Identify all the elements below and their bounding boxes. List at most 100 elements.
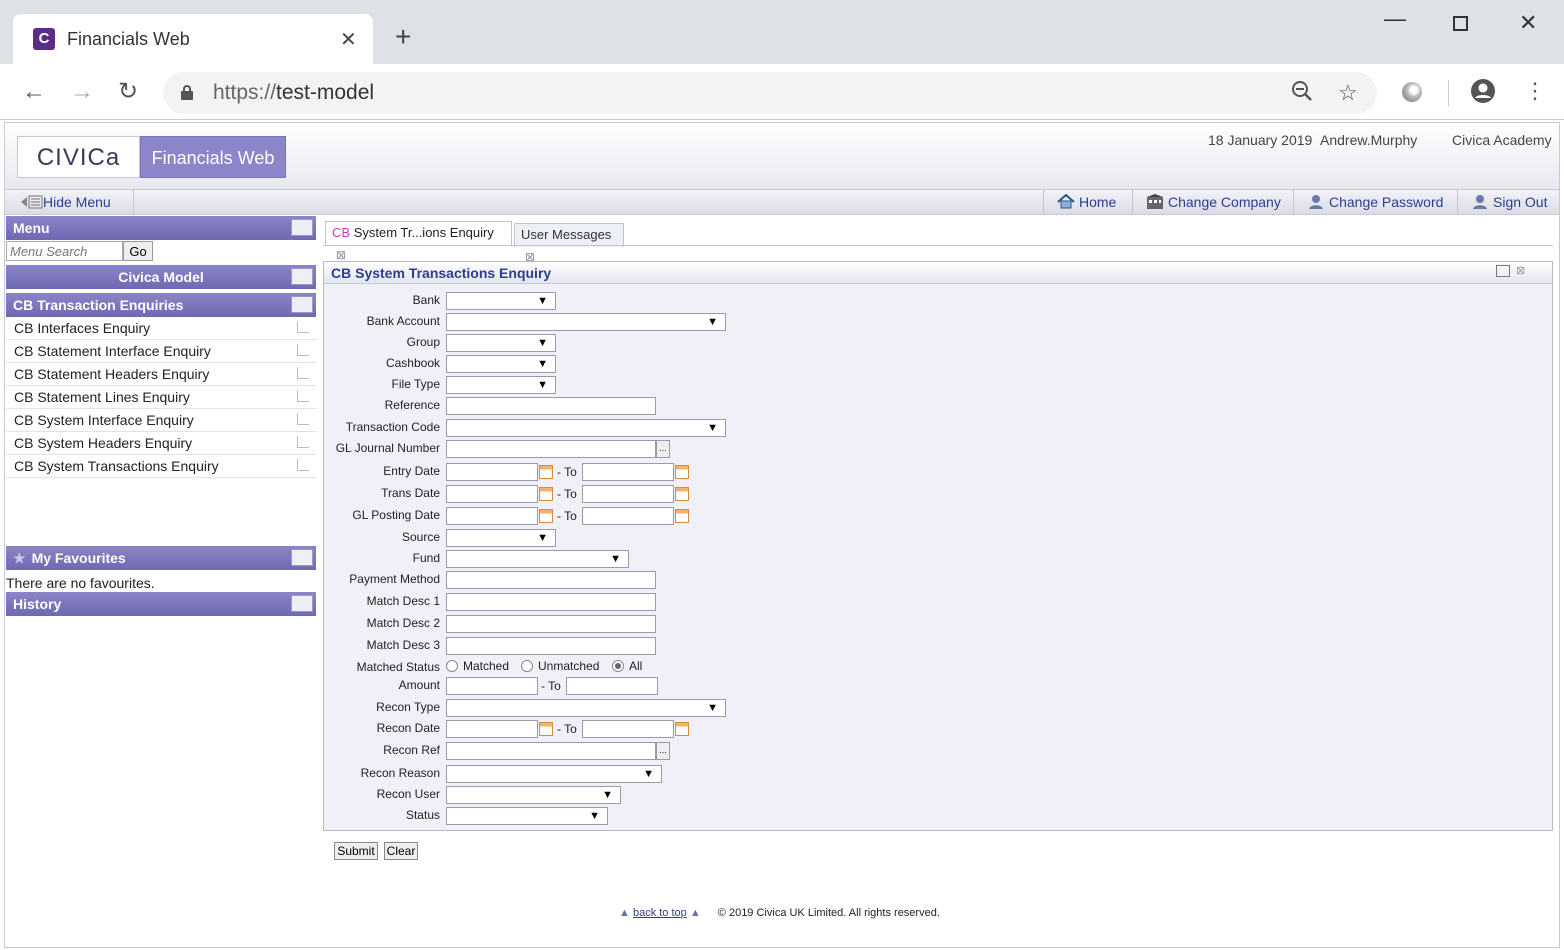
menu-search-go-button[interactable]: Go	[123, 241, 153, 261]
reload-icon[interactable]: ↻	[118, 78, 138, 106]
calendar-icon[interactable]	[539, 487, 553, 501]
menu-item[interactable]: CB Statement Interface Enquiry	[6, 340, 316, 363]
profile-icon[interactable]	[1470, 78, 1496, 107]
menu-item[interactable]: CB Statement Lines Enquiry	[6, 386, 316, 409]
window-close-icon[interactable]: ✕	[1519, 10, 1537, 36]
back-to-top-link[interactable]: back to top	[633, 907, 687, 919]
unmatched-radio[interactable]	[521, 660, 533, 672]
entry-date-from-input[interactable]	[446, 463, 538, 481]
menu-item[interactable]: CB System Headers Enquiry	[6, 432, 316, 455]
cashbook-select[interactable]	[446, 355, 556, 373]
tab-user-messages[interactable]: User Messages ⊠	[514, 223, 624, 264]
all-radio[interactable]	[612, 660, 624, 672]
calendar-icon[interactable]	[675, 465, 689, 479]
home-link[interactable]: Home	[1057, 193, 1116, 210]
calendar-icon[interactable]	[675, 487, 689, 501]
open-external-icon[interactable]	[297, 390, 309, 402]
section-up-icon[interactable]	[291, 296, 313, 313]
section-header[interactable]: CB Transaction Enquiries	[6, 293, 316, 317]
bookmark-star-icon[interactable]: ☆	[1338, 80, 1358, 106]
source-select[interactable]	[446, 529, 556, 547]
favourites-toggle-icon[interactable]	[291, 549, 313, 566]
extension-icon[interactable]	[1402, 82, 1422, 102]
minimize-icon[interactable]: —	[1384, 6, 1406, 32]
favourites-header[interactable]: ★ My Favourites	[6, 546, 316, 570]
sign-out-link[interactable]: Sign Out	[1471, 194, 1547, 210]
zoom-icon[interactable]	[1291, 80, 1313, 108]
match-desc-3-input[interactable]	[446, 637, 656, 655]
clear-button[interactable]: Clear	[384, 842, 418, 860]
bank-select[interactable]	[446, 292, 556, 310]
model-header[interactable]: Civica Model	[6, 265, 316, 289]
trans-date-from-input[interactable]	[446, 485, 538, 503]
trans-date-to-input[interactable]	[582, 485, 674, 503]
nav-divider	[1043, 190, 1044, 214]
gl-posting-date-from-input[interactable]	[446, 507, 538, 525]
transaction-code-select[interactable]	[446, 419, 726, 437]
entry-date-to-input[interactable]	[582, 463, 674, 481]
calendar-icon[interactable]	[675, 722, 689, 736]
calendar-icon[interactable]	[539, 722, 553, 736]
gl-journal-number-input[interactable]	[446, 440, 656, 458]
panel-restore-icon[interactable]	[1496, 265, 1510, 277]
change-company-link[interactable]: Change Company	[1146, 194, 1281, 210]
history-header[interactable]: History	[6, 592, 316, 616]
forward-arrow-icon[interactable]: →	[70, 78, 94, 106]
menu-item[interactable]: CB System Transactions Enquiry	[6, 455, 316, 478]
menu-search-input[interactable]	[6, 241, 123, 261]
open-external-icon[interactable]	[297, 367, 309, 379]
recon-type-select[interactable]	[446, 699, 726, 717]
menu-item[interactable]: CB System Interface Enquiry	[6, 409, 316, 432]
match-desc-2-input[interactable]	[446, 615, 656, 633]
matched-radio[interactable]	[446, 660, 458, 672]
gl-posting-date-to-input[interactable]	[582, 507, 674, 525]
match-desc-3-label: Match Desc 3	[366, 638, 440, 652]
open-external-icon[interactable]	[297, 321, 309, 333]
browser-tab[interactable]: C Financials Web ✕	[13, 14, 373, 64]
recon-user-select[interactable]	[446, 786, 621, 804]
tab-system-transactions-enquiry[interactable]: CB System Tr...ions Enquiry ⊠	[325, 221, 512, 262]
calendar-icon[interactable]	[539, 509, 553, 523]
close-tab-icon[interactable]: ⊠	[336, 248, 346, 262]
calendar-icon[interactable]	[539, 465, 553, 479]
recon-ref-lookup-button[interactable]: ...	[656, 742, 670, 760]
browser-menu-icon[interactable]: ⋮	[1524, 78, 1546, 104]
change-password-link[interactable]: Change Password	[1307, 194, 1443, 210]
close-tab-icon[interactable]: ✕	[340, 27, 357, 52]
open-external-icon[interactable]	[297, 413, 309, 425]
address-bar[interactable]: https://test-model ☆	[163, 72, 1377, 114]
status-select[interactable]	[446, 807, 608, 825]
menu-item[interactable]: CB Interfaces Enquiry	[6, 317, 316, 340]
payment-method-input[interactable]	[446, 571, 656, 589]
open-external-icon[interactable]	[297, 344, 309, 356]
app-header: CIVICa Financials Web 18 January 2019 An…	[5, 123, 1559, 189]
open-external-icon[interactable]	[297, 436, 309, 448]
transaction-code-label: Transaction Code	[345, 420, 440, 434]
recon-reason-select[interactable]	[446, 765, 662, 783]
file-type-select[interactable]	[446, 376, 556, 394]
recon-date-from-input[interactable]	[446, 720, 538, 738]
amount-to-input[interactable]	[566, 677, 658, 695]
reference-input[interactable]	[446, 397, 656, 415]
calendar-icon[interactable]	[675, 509, 689, 523]
menu-item[interactable]: CB Statement Headers Enquiry	[6, 363, 316, 386]
fund-select[interactable]	[446, 550, 629, 568]
hide-menu-link[interactable]: Hide Menu	[21, 194, 111, 210]
gl-journal-lookup-button[interactable]: ...	[656, 440, 670, 458]
panel-close-icon[interactable]: ⊠	[1516, 264, 1525, 277]
open-external-icon[interactable]	[297, 459, 309, 471]
recon-date-to-input[interactable]	[582, 720, 674, 738]
bank-account-select[interactable]	[446, 313, 726, 331]
new-tab-icon[interactable]: +	[395, 22, 411, 52]
maximize-icon[interactable]	[1453, 16, 1468, 31]
recon-ref-input[interactable]	[446, 742, 656, 760]
menu-panel-toggle-icon[interactable]	[291, 219, 313, 236]
back-arrow-icon[interactable]: ←	[22, 78, 46, 106]
history-toggle-icon[interactable]	[291, 595, 313, 612]
submit-button[interactable]: Submit	[334, 842, 378, 860]
amount-from-input[interactable]	[446, 677, 538, 695]
match-desc-1-input[interactable]	[446, 593, 656, 611]
change-company-label: Change Company	[1168, 194, 1281, 210]
group-select[interactable]	[446, 334, 556, 352]
model-toggle-icon[interactable]	[291, 268, 313, 285]
